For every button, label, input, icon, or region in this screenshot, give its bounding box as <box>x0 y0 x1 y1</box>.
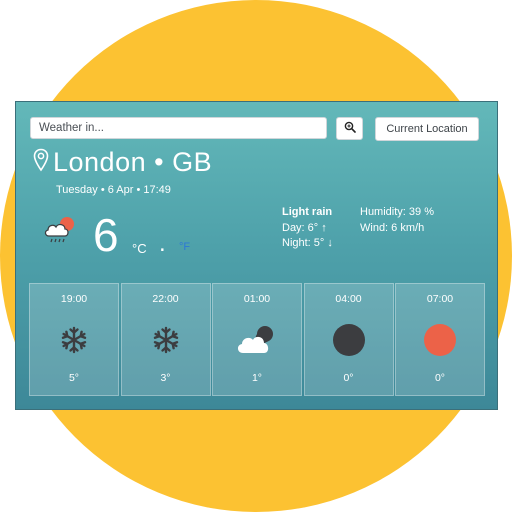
sun-icon <box>396 320 484 360</box>
snowflake-icon <box>30 320 118 360</box>
forecast-slot: 04:00 0° <box>303 283 394 396</box>
country-code: GB <box>172 147 213 177</box>
date-time: Tuesday • 6 Apr • 17:49 <box>56 184 171 196</box>
forecast-temperature: 0° <box>434 372 446 384</box>
current-location-button[interactable]: Current Location <box>375 117 479 141</box>
cloud-moon-icon <box>213 320 301 360</box>
day-temperature: Day: 6° ↑ <box>282 221 327 234</box>
search-icon <box>344 120 356 138</box>
location-pin-icon <box>33 148 49 177</box>
conditions-panel: Light rain Day: 6° ↑ Night: 5° ↓ <box>282 205 333 252</box>
unit-celsius[interactable]: °C <box>132 241 147 256</box>
unit-fahrenheit[interactable]: °F <box>179 241 190 253</box>
weather-card: Weather in... Current Location London • … <box>15 101 498 410</box>
location-heading: London • GB <box>33 146 212 178</box>
forecast-temperature: 0° <box>343 372 354 384</box>
hourly-forecast: 19:00 5° 22:00 3° 01:00 1° 04:00 0° 07:0… <box>29 283 485 396</box>
weather-description: Light rain <box>282 206 333 218</box>
location-separator: • <box>154 147 165 177</box>
details-panel: Humidity: 39 % Wind: 6 km/h <box>360 205 434 236</box>
forecast-temperature: 5° <box>68 372 80 384</box>
moon-icon <box>305 320 393 360</box>
cloud-sun-rain-icon <box>42 215 82 250</box>
snowflake-icon <box>122 320 210 360</box>
unit-separator: . <box>159 230 166 257</box>
forecast-time: 22:00 <box>152 293 179 305</box>
forecast-slot: 19:00 5° <box>29 283 119 396</box>
night-temperature: Night: 5° ↓ <box>282 237 333 249</box>
search-button[interactable] <box>336 117 363 140</box>
forecast-time: 01:00 <box>243 293 271 305</box>
city-name: London <box>53 147 147 177</box>
wind: Wind: 6 km/h <box>360 221 425 234</box>
forecast-time: 07:00 <box>426 293 454 305</box>
humidity: Humidity: 39 % <box>360 206 434 218</box>
forecast-time: 04:00 <box>335 293 362 305</box>
forecast-time: 19:00 <box>60 293 88 305</box>
search-input[interactable]: Weather in... <box>30 117 327 139</box>
forecast-slot: 22:00 3° <box>120 283 211 396</box>
forecast-temperature: 3° <box>160 372 171 384</box>
forecast-slot: 01:00 1° <box>212 283 302 396</box>
search-placeholder: Weather in... <box>39 122 104 134</box>
forecast-temperature: 1° <box>251 372 263 384</box>
current-temperature: 6 <box>93 209 119 261</box>
forecast-slot: 07:00 0° <box>395 283 485 396</box>
